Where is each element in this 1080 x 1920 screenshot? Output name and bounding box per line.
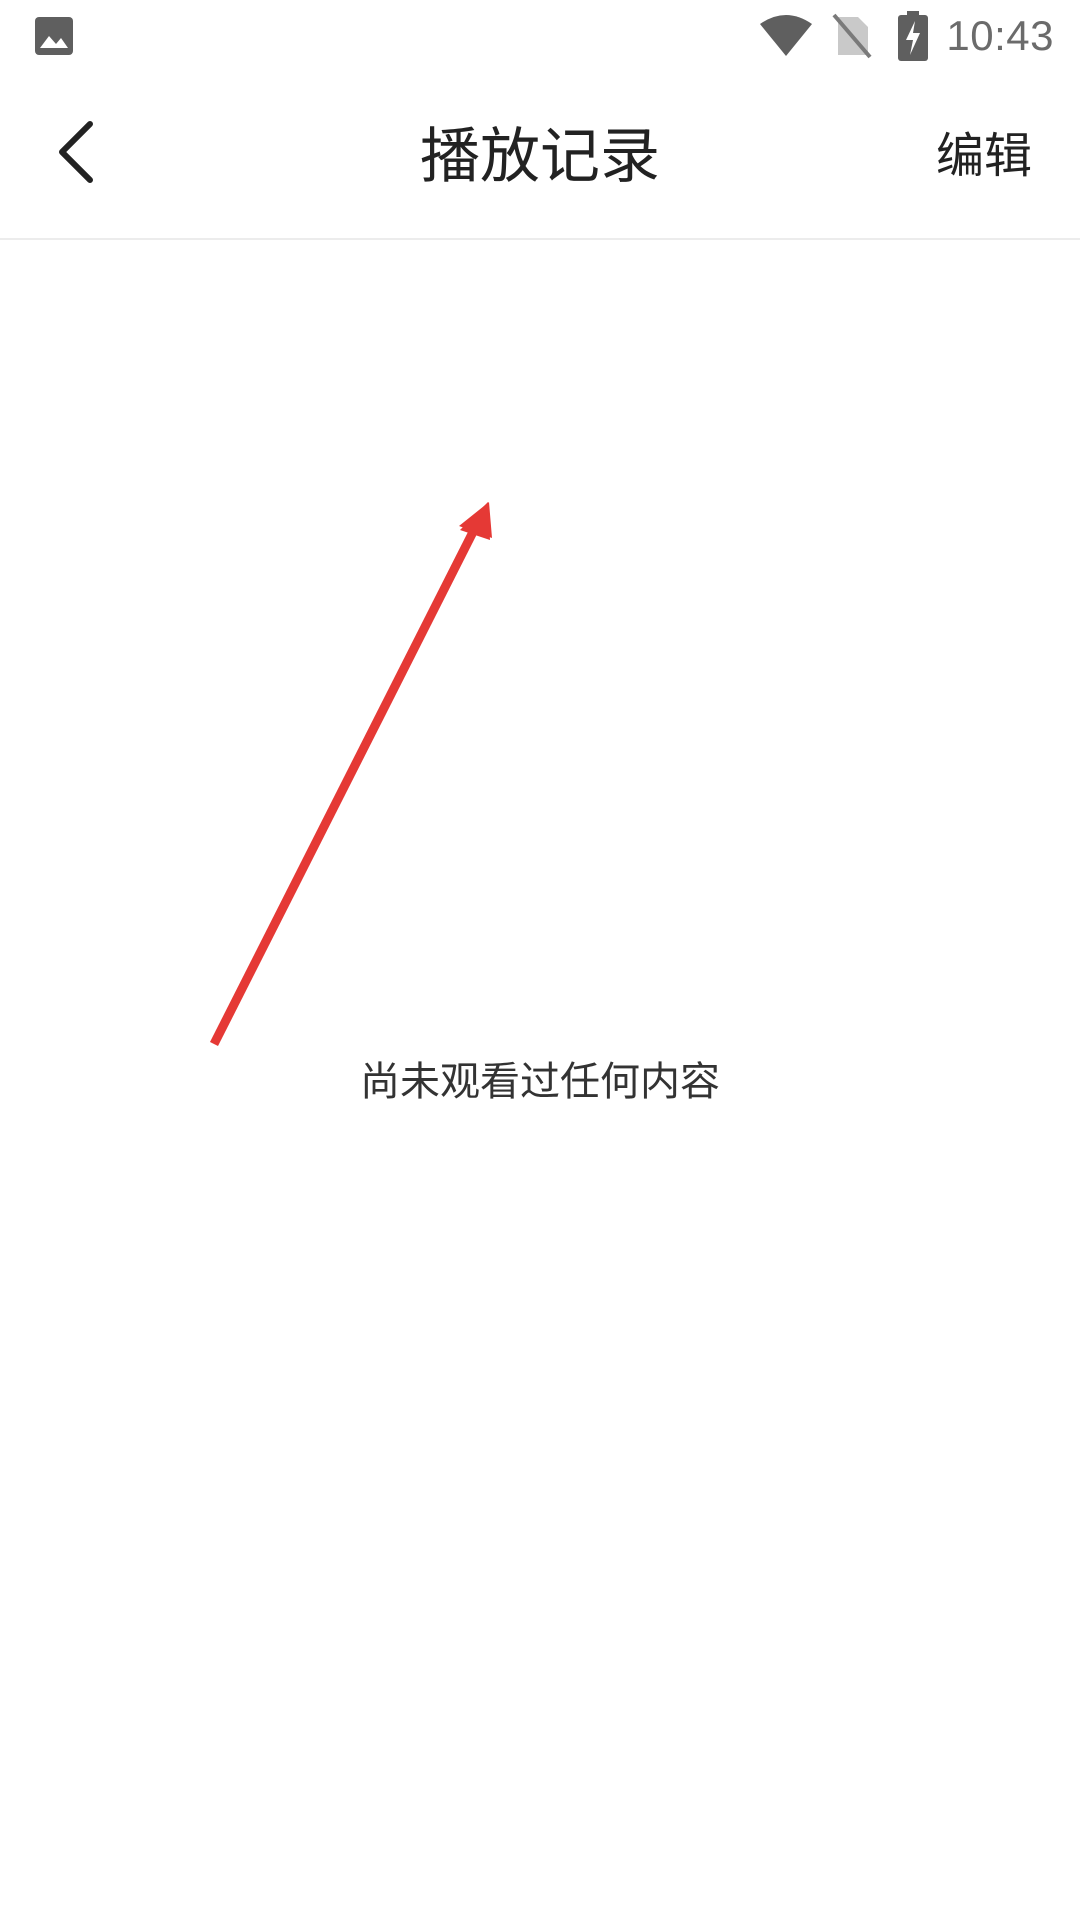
screen: 10:43 播放记录 编辑 尚未观看过任何内容 xyxy=(0,0,1080,1920)
page-title: 播放记录 xyxy=(420,122,660,192)
gallery-icon xyxy=(35,17,73,55)
status-time: 10:43 xyxy=(946,12,1054,59)
chevron-left-icon[interactable] xyxy=(40,112,120,192)
battery-charging-icon xyxy=(898,11,929,61)
app-header: 播放记录 编辑 xyxy=(0,72,1080,240)
history-content: 尚未观看过任何内容 xyxy=(0,240,1080,1920)
edit-button[interactable]: 编辑 xyxy=(936,128,1032,184)
status-bar: 10:43 xyxy=(0,0,1080,72)
wifi-icon xyxy=(760,15,813,56)
no-sim-icon xyxy=(832,13,872,59)
empty-state-message: 尚未观看过任何内容 xyxy=(360,1059,720,1105)
